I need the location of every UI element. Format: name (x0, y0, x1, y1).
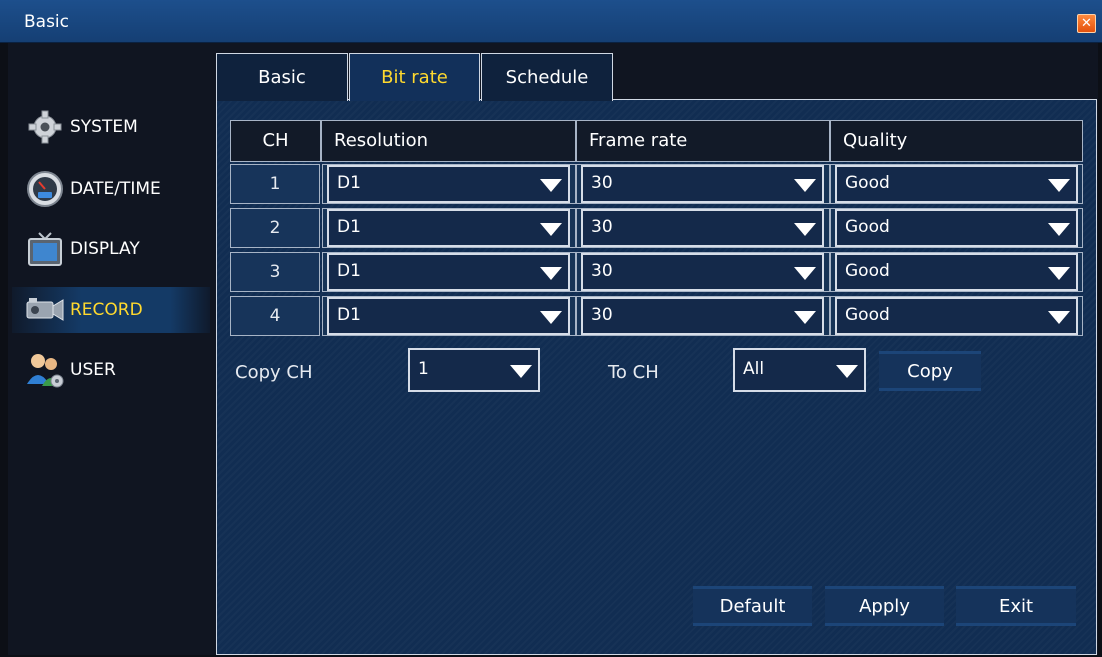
resolution-dropdown[interactable]: D1 (327, 297, 570, 335)
frame-rate-dropdown[interactable]: 30 (581, 253, 824, 291)
camera-icon (22, 290, 68, 330)
column-header-quality: Quality (830, 120, 1083, 162)
sidebar-item-display[interactable]: DISPLAY (12, 226, 210, 272)
apply-button[interactable]: Apply (825, 586, 944, 626)
copy-ch-label: Copy CH (235, 362, 313, 383)
sidebar-item-system[interactable]: SYSTEM (12, 104, 210, 150)
dropdown-value: Good (845, 217, 890, 237)
column-header-resolution: Resolution (321, 120, 576, 162)
to-ch-label: To CH (608, 362, 659, 383)
resolution-dropdown[interactable]: D1 (327, 165, 570, 203)
resolution-dropdown[interactable]: D1 (327, 253, 570, 291)
default-button[interactable]: Default (693, 586, 812, 626)
to-ch-dropdown[interactable]: All (733, 348, 866, 392)
sidebar-item-user[interactable]: USER (12, 347, 210, 393)
clock-icon (22, 169, 68, 209)
dropdown-value: D1 (337, 261, 361, 281)
quality-dropdown[interactable]: Good (835, 253, 1078, 291)
dropdown-arrow-icon (794, 223, 816, 236)
dropdown-arrow-icon (1048, 267, 1070, 280)
dropdown-value: 30 (591, 173, 613, 193)
users-icon (22, 350, 68, 390)
sidebar-item-label: USER (70, 360, 116, 380)
dropdown-arrow-icon (540, 267, 562, 280)
dropdown-value: D1 (337, 217, 361, 237)
dropdown-arrow-icon (836, 365, 858, 378)
dropdown-value: 30 (591, 305, 613, 325)
tab-label: Basic (258, 67, 306, 88)
quality-dropdown[interactable]: Good (835, 209, 1078, 247)
tv-icon (22, 229, 68, 269)
channel-number: 2 (230, 208, 320, 248)
copy-button[interactable]: Copy (879, 351, 981, 391)
dropdown-value: D1 (337, 305, 361, 325)
dropdown-arrow-icon (1048, 311, 1070, 324)
sidebar-item-label: RECORD (70, 300, 143, 320)
sidebar-item-label: DATE/TIME (70, 179, 161, 199)
dropdown-arrow-icon (794, 267, 816, 280)
column-header-frame-rate: Frame rate (576, 120, 830, 162)
dropdown-arrow-icon (510, 365, 532, 378)
gear-icon (22, 107, 68, 147)
dropdown-arrow-icon (540, 311, 562, 324)
tab-bit-rate[interactable]: Bit rate (349, 53, 480, 101)
dropdown-arrow-icon (794, 311, 816, 324)
close-icon[interactable]: ✕ (1077, 14, 1096, 33)
sidebar-item-label: DISPLAY (70, 239, 140, 259)
tab-label: Bit rate (381, 67, 448, 88)
quality-dropdown[interactable]: Good (835, 165, 1078, 203)
dropdown-value: 30 (591, 217, 613, 237)
window-title: Basic (24, 12, 70, 32)
dropdown-value: 30 (591, 261, 613, 281)
resolution-dropdown[interactable]: D1 (327, 209, 570, 247)
dropdown-value: Good (845, 173, 890, 193)
frame-rate-dropdown[interactable]: 30 (581, 209, 824, 247)
tab-schedule[interactable]: Schedule (481, 53, 613, 101)
channel-number: 1 (230, 164, 320, 204)
dropdown-value: Good (845, 261, 890, 281)
dropdown-value: D1 (337, 173, 361, 193)
dropdown-arrow-icon (540, 179, 562, 192)
sidebar-item-label: SYSTEM (70, 117, 138, 137)
tab-label: Schedule (505, 67, 589, 88)
exit-button[interactable]: Exit (956, 586, 1076, 626)
dropdown-value: Good (845, 305, 890, 325)
dropdown-value: All (743, 359, 765, 379)
channel-number: 3 (230, 252, 320, 292)
frame-rate-dropdown[interactable]: 30 (581, 297, 824, 335)
channel-number: 4 (230, 296, 320, 336)
column-header-ch: CH (230, 120, 321, 162)
dropdown-arrow-icon (1048, 223, 1070, 236)
frame-rate-dropdown[interactable]: 30 (581, 165, 824, 203)
title-bar: Basic ✕ (0, 0, 1102, 43)
sidebar-item-record[interactable]: RECORD (12, 287, 210, 333)
dropdown-arrow-icon (794, 179, 816, 192)
copy-ch-dropdown[interactable]: 1 (408, 348, 540, 392)
tab-basic[interactable]: Basic (216, 53, 348, 101)
dropdown-value: 1 (418, 359, 429, 379)
quality-dropdown[interactable]: Good (835, 297, 1078, 335)
dropdown-arrow-icon (540, 223, 562, 236)
dropdown-arrow-icon (1048, 179, 1070, 192)
sidebar-item-date-time[interactable]: DATE/TIME (12, 166, 210, 212)
